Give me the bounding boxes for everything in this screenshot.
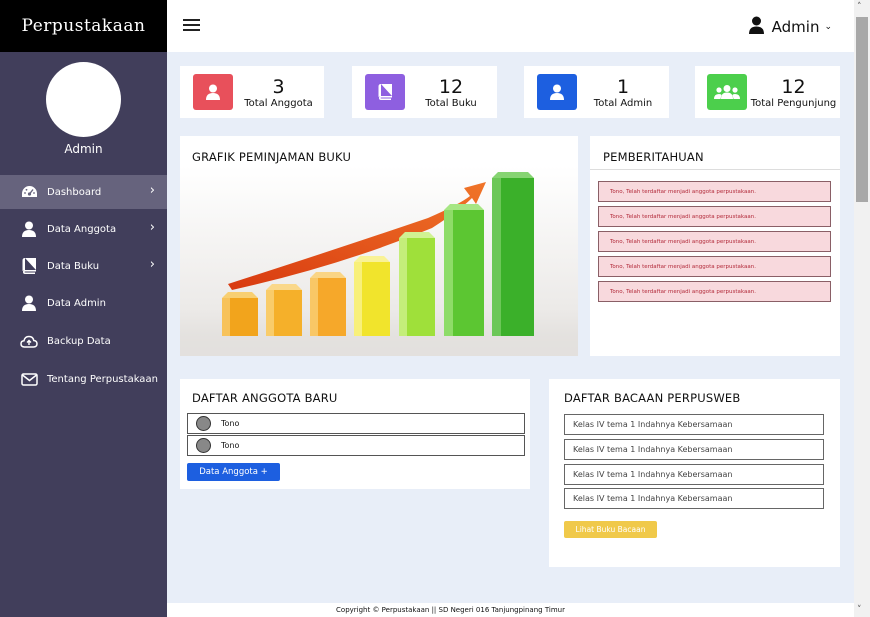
sidebar-item-tentang-perpustakaan[interactable]: Tentang Perpustakaan (0, 362, 167, 396)
sidebar-item-data-admin[interactable]: Data Admin (0, 286, 167, 320)
growth-chart-illustration (180, 166, 578, 356)
list-item[interactable]: Kelas IV tema 1 Indahnya Kebersamaan (564, 464, 824, 485)
new-members-title: DAFTAR ANGGOTA BARU (192, 391, 338, 405)
sidebar-item-label: Data Admin (47, 297, 106, 309)
user-dropdown[interactable]: Admin ⌄ (748, 16, 832, 38)
sidebar-item-label: Dashboard (47, 186, 102, 198)
chevron-right-icon: › (149, 183, 155, 198)
scroll-up-arrow-icon[interactable]: ˄ (857, 2, 862, 12)
hamburger-menu-icon[interactable] (183, 19, 200, 32)
chart-panel: GRAFIK PEMINJAMAN BUKU (180, 136, 578, 356)
stat-label: Total Buku (425, 97, 477, 109)
reading-list-title: DAFTAR BACAAN PERPUSWEB (564, 391, 741, 405)
notifications-panel: PEMBERITAHUAN Tono, Telah terdaftar menj… (590, 136, 840, 356)
stat-label: Total Pengunjung (750, 97, 837, 109)
stat-card-total-pengunjung: 12 Total Pengunjung (695, 66, 840, 118)
sidebar-item-label: Backup Data (47, 335, 111, 347)
stat-card-total-buku: 12 Total Buku (352, 66, 497, 118)
book-icon (365, 74, 405, 110)
footer-copyright: Copyright © Perpustakaan || SD Negeri 01… (167, 603, 854, 617)
scrollbar-thumb[interactable] (856, 17, 868, 202)
sidebar-item-data-anggota[interactable]: Data Anggota › (0, 212, 167, 246)
new-members-panel: DAFTAR ANGGOTA BARU Tono Tono Data Anggo… (180, 379, 530, 489)
chevron-right-icon: › (149, 257, 155, 272)
cloud-upload-icon (20, 332, 38, 350)
user-icon (748, 16, 764, 38)
stat-value: 12 (781, 75, 806, 98)
sidebar-item-label: Data Anggota (47, 223, 117, 235)
sidebar: Perpustakaan Admin Dashboard › Data Angg… (0, 0, 167, 617)
stat-value: 3 (272, 75, 285, 98)
data-anggota-button[interactable]: Data Anggota + (187, 463, 280, 481)
brand-title[interactable]: Perpustakaan (0, 0, 167, 52)
notification-item[interactable]: Tono, Telah terdaftar menjadi anggota pe… (598, 206, 831, 227)
list-item[interactable]: Kelas IV tema 1 Indahnya Kebersamaan (564, 488, 824, 509)
sidebar-profile: Admin (0, 52, 167, 175)
lihat-buku-bacaan-button[interactable]: Lihat Buku Bacaan (564, 521, 657, 538)
sidebar-item-backup-data[interactable]: Backup Data (0, 324, 167, 358)
user-icon (20, 294, 38, 312)
member-name: Tono (221, 419, 240, 428)
sidebar-item-dashboard[interactable]: Dashboard › (0, 175, 167, 209)
chart-panel-title: GRAFIK PEMINJAMAN BUKU (192, 150, 352, 164)
user-icon (193, 74, 233, 110)
notification-item[interactable]: Tono, Telah terdaftar menjadi anggota pe… (598, 181, 831, 202)
reading-list-panel: DAFTAR BACAAN PERPUSWEB Kelas IV tema 1 … (549, 379, 840, 567)
list-item[interactable]: Kelas IV tema 1 Indahnya Kebersamaan (564, 439, 824, 460)
avatar (196, 438, 211, 453)
stat-value: 12 (438, 75, 464, 98)
sidebar-item-label: Tentang Perpustakaan (47, 373, 158, 385)
sidebar-item-label: Data Buku (47, 260, 100, 272)
stat-label: Total Admin (593, 97, 653, 109)
stat-label: Total Anggota (244, 97, 313, 109)
scroll-down-arrow-icon[interactable]: ˅ (857, 605, 862, 615)
notification-item[interactable]: Tono, Telah terdaftar menjadi anggota pe… (598, 256, 831, 277)
dashboard-icon (20, 183, 38, 201)
chevron-down-icon: ⌄ (824, 22, 832, 32)
group-icon (707, 74, 747, 110)
stat-card-total-anggota: 3 Total Anggota (180, 66, 324, 118)
member-name: Tono (221, 441, 240, 450)
avatar (196, 416, 211, 431)
chevron-right-icon: › (149, 220, 155, 235)
stat-card-total-admin: 1 Total Admin (524, 66, 669, 118)
notifications-title: PEMBERITAHUAN (603, 150, 704, 164)
stat-value: 1 (616, 75, 630, 98)
list-item[interactable]: Kelas IV tema 1 Indahnya Kebersamaan (564, 414, 824, 435)
user-icon (537, 74, 577, 110)
notification-item[interactable]: Tono, Telah terdaftar menjadi anggota pe… (598, 231, 831, 252)
envelope-icon (20, 370, 38, 388)
user-dropdown-label: Admin (771, 18, 820, 36)
user-icon (20, 220, 38, 238)
top-navbar: Admin ⌄ (167, 0, 854, 52)
list-item[interactable]: Tono (187, 413, 525, 434)
sidebar-item-data-buku[interactable]: Data Buku › (0, 249, 167, 283)
page-scrollbar[interactable]: ˄ ˅ (854, 0, 870, 617)
sidebar-user-name: Admin (64, 142, 103, 156)
book-icon (20, 257, 38, 275)
avatar[interactable] (46, 62, 121, 137)
notification-item[interactable]: Tono, Telah terdaftar menjadi anggota pe… (598, 281, 831, 302)
list-item[interactable]: Tono (187, 435, 525, 456)
divider (590, 169, 840, 170)
